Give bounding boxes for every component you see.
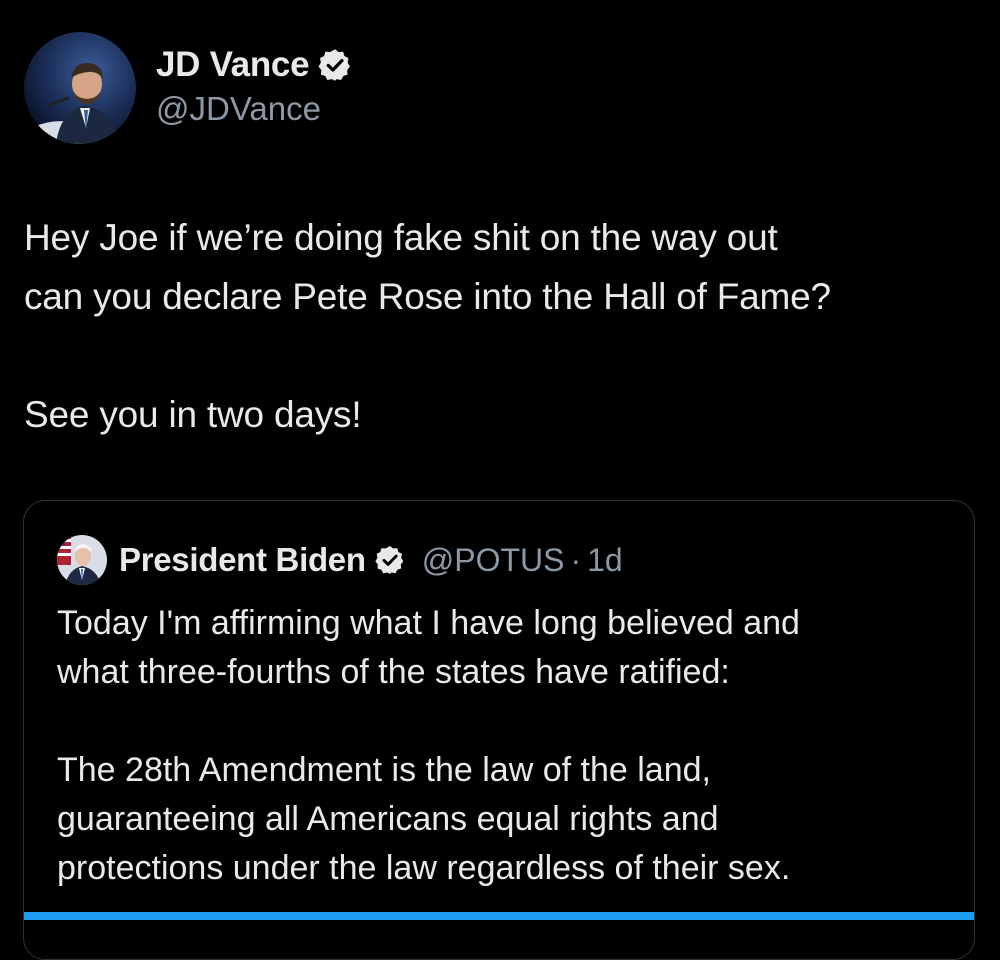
verified-badge-icon [317, 47, 353, 83]
verified-badge-icon [374, 544, 406, 576]
tweet-text-line: See you in two days! [24, 394, 362, 435]
quoted-text-line: The 28th Amendment is the law of the lan… [57, 751, 711, 789]
paragraph-break [57, 697, 947, 746]
quoted-display-name[interactable]: President Biden [119, 541, 366, 579]
handle[interactable]: @JDVance [156, 90, 353, 128]
display-name[interactable]: JD Vance [156, 45, 310, 85]
quoted-tweet[interactable]: President Biden @POTUS · 1d Today I'm af… [23, 500, 975, 960]
quoted-tweet-text: Today I'm affirming what I have long bel… [57, 599, 947, 893]
tweet-author[interactable]: JD Vance @JDVance [24, 32, 353, 144]
avatar-image [24, 32, 136, 144]
quoted-tweet-header: President Biden @POTUS · 1d [57, 535, 623, 585]
quoted-text-line: what three-fourths of the states have ra… [57, 653, 730, 691]
quoted-timestamp[interactable]: 1d [587, 542, 623, 579]
quoted-text-line: protections under the law regardless of … [57, 849, 791, 887]
separator-dot: · [570, 541, 582, 578]
quoted-text-line: guaranteeing all Americans equal rights … [57, 800, 719, 838]
tweet-text-line: can you declare Pete Rose into the Hall … [24, 276, 831, 317]
quoted-media-preview[interactable] [24, 912, 974, 920]
paragraph-break [24, 326, 974, 385]
quoted-avatar[interactable] [57, 535, 107, 585]
quoted-handle[interactable]: @POTUS [422, 542, 565, 579]
tweet-text: Hey Joe if we’re doing fake shit on the … [24, 208, 974, 444]
quoted-avatar-image [57, 535, 107, 585]
quoted-text-line: Today I'm affirming what I have long bel… [57, 604, 800, 642]
tweet: JD Vance @JDVance Hey Joe if we’re doing… [0, 0, 1000, 960]
avatar[interactable] [24, 32, 136, 144]
tweet-text-line: Hey Joe if we’re doing fake shit on the … [24, 217, 778, 258]
